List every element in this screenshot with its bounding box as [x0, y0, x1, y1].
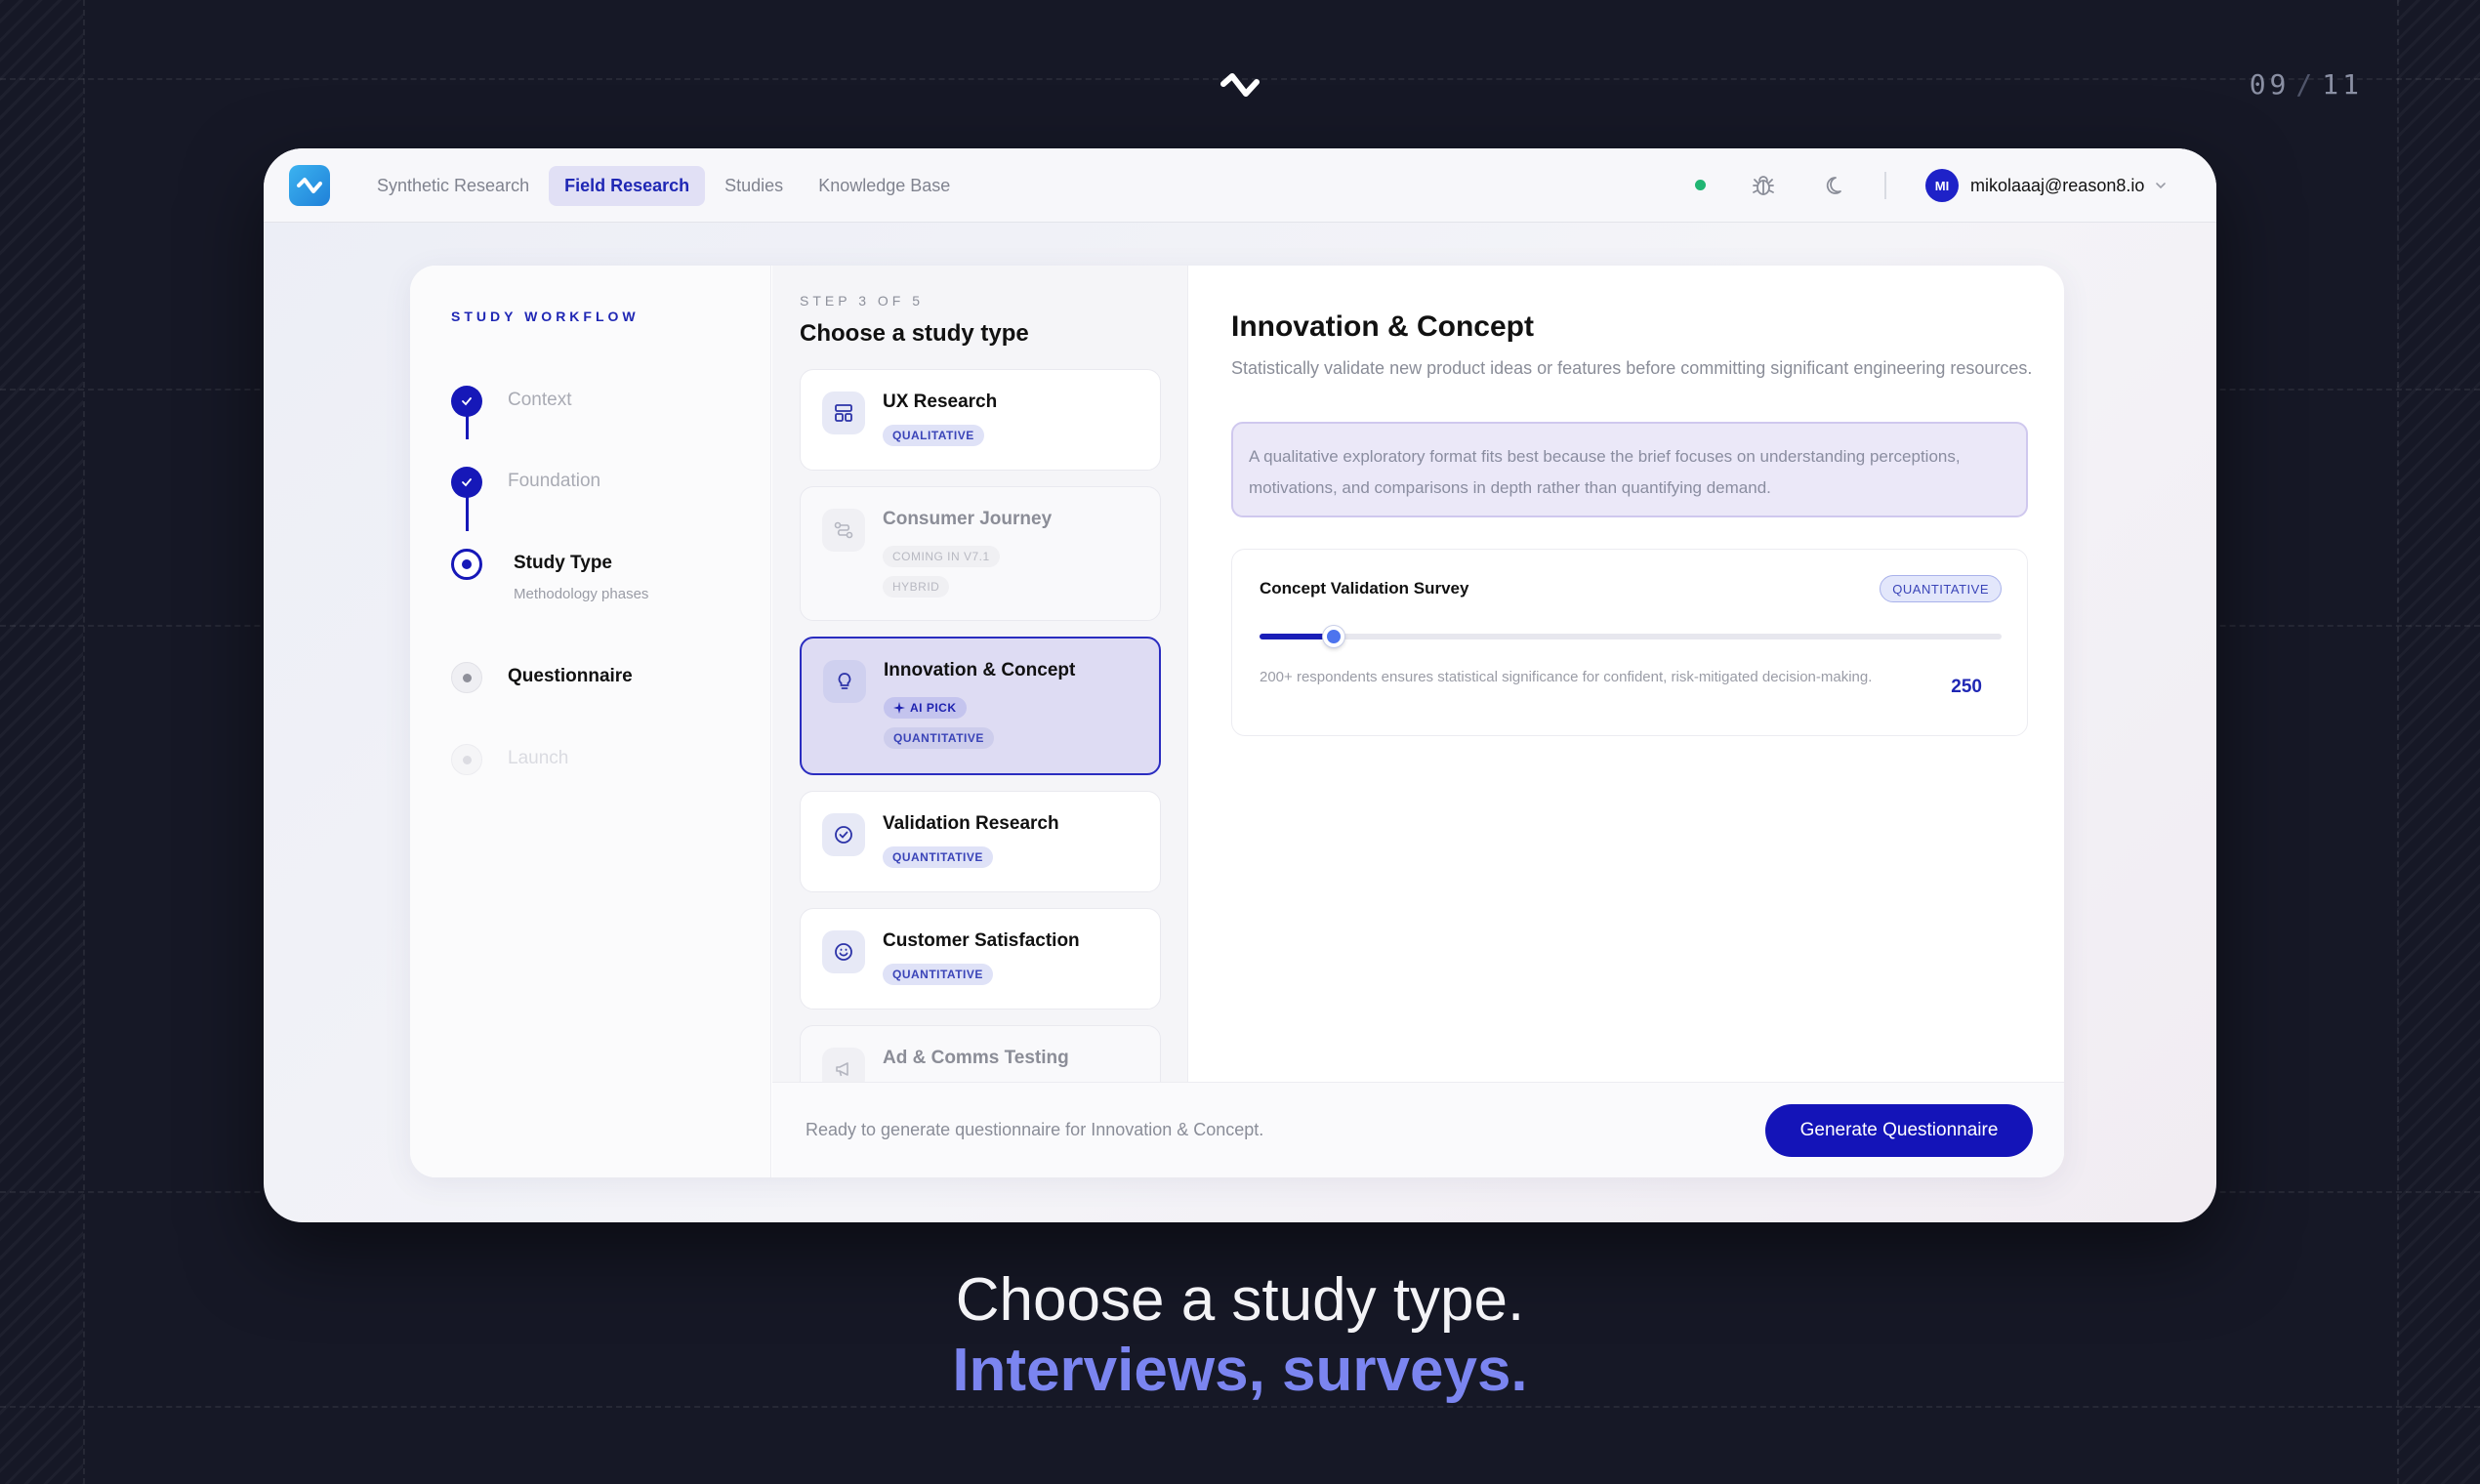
page-separator: /: [2295, 68, 2317, 101]
survey-title: Concept Validation Survey: [1260, 579, 1469, 598]
moon-icon[interactable]: [1824, 173, 1849, 198]
step-done-marker: [451, 386, 482, 417]
right-stripe-decoration: [2397, 0, 2480, 1484]
check-icon: [462, 397, 472, 406]
user-email: mikolaaaj@reason8.io: [1970, 175, 2145, 195]
step-kicker: STEP 3 OF 5: [800, 293, 924, 309]
methodology-badge: QUALITATIVE: [883, 425, 984, 446]
study-type-name: Innovation & Concept: [884, 660, 1076, 680]
section-title: Choose a study type: [800, 320, 1029, 347]
workflow-sidebar: STUDY WORKFLOW Context Foundation Study …: [410, 266, 771, 1177]
methodology-badge: QUANTITATIVE: [1880, 575, 2002, 602]
step-label: Context: [508, 390, 572, 410]
step-done-marker: [451, 467, 482, 498]
caption-headline: Choose a study type.: [955, 1266, 1525, 1334]
step-pending-marker: [451, 662, 482, 693]
online-status-dot: [1695, 180, 1706, 190]
nav-synthetic-research[interactable]: Synthetic Research: [361, 166, 545, 206]
step-label: Launch: [508, 748, 569, 768]
megaphone-icon: [822, 1048, 865, 1082]
route-icon: [822, 509, 865, 552]
nav-field-research[interactable]: Field Research: [549, 165, 706, 206]
caption-subline: Interviews, surveys.: [952, 1337, 1528, 1404]
methodology-badge: QUANTITATIVE: [883, 846, 993, 868]
layout-icon: [822, 392, 865, 434]
generate-questionnaire-button[interactable]: Generate Questionnaire: [1765, 1104, 2033, 1157]
study-type-customer-satisfaction[interactable]: Customer Satisfaction QUANTITATIVE: [800, 908, 1161, 1010]
step-current-marker: [451, 549, 482, 580]
respondent-count: 250: [1951, 677, 1982, 697]
grid-line: [2397, 0, 2399, 1484]
study-type-validation-research[interactable]: Validation Research QUANTITATIVE: [800, 791, 1161, 892]
step-sublabel: Methodology phases: [514, 586, 649, 602]
slider-thumb[interactable]: [1323, 626, 1344, 647]
study-type-ad-comms-testing: Ad & Comms Testing: [800, 1025, 1161, 1082]
bug-icon[interactable]: [1750, 172, 1777, 199]
nav-studies[interactable]: Studies: [709, 166, 799, 206]
study-type-name: Ad & Comms Testing: [883, 1048, 1069, 1068]
methodology-badge: QUANTITATIVE: [883, 964, 993, 985]
chevron-down-icon: [2156, 183, 2167, 189]
step-label: Foundation: [508, 471, 601, 491]
survey-config-card: Concept Validation Survey QUANTITATIVE 2…: [1231, 549, 2028, 736]
step-label: Study Type: [514, 553, 612, 573]
avatar: MI: [1925, 169, 1959, 202]
study-type-ux-research[interactable]: UX Research QUALITATIVE: [800, 369, 1161, 471]
study-type-innovation-concept[interactable]: Innovation & Concept AI PICK QUANTITATIV…: [800, 637, 1161, 775]
survey-help-text: 200+ respondents ensures statistical sig…: [1260, 669, 1873, 685]
sparkle-icon: [893, 702, 905, 714]
study-type-name: Customer Satisfaction: [883, 930, 1080, 951]
study-type-name: UX Research: [883, 392, 998, 412]
methodology-badge: QUANTITATIVE: [884, 727, 994, 749]
step-label: Questionnaire: [508, 666, 633, 686]
detail-title: Innovation & Concept: [1231, 310, 1534, 343]
ai-pick-badge: AI PICK: [884, 697, 967, 719]
footer-status: Ready to generate questionnaire for Inno…: [806, 1120, 1264, 1139]
grid-line: [0, 1406, 2480, 1408]
detail-description: Statistically validate new product ideas…: [1231, 358, 2033, 378]
nav-knowledge-base[interactable]: Knowledge Base: [803, 166, 966, 206]
brand-logo-icon: [1220, 73, 1260, 97]
smile-icon: [822, 930, 865, 973]
study-type-detail: Innovation & Concept Statistically valid…: [1188, 266, 2064, 1082]
check-circle-icon: [822, 813, 865, 856]
page-total: 11: [2322, 68, 2363, 101]
sidebar-title: STUDY WORKFLOW: [451, 309, 640, 324]
workflow-card: STUDY WORKFLOW Context Foundation Study …: [410, 266, 2064, 1177]
page-current: 09: [2249, 68, 2291, 101]
app-logo-icon[interactable]: [289, 165, 330, 206]
app-window: Synthetic Research Field Research Studie…: [264, 148, 2216, 1222]
page-counter: 09/11: [2250, 68, 2363, 101]
study-type-list: STEP 3 OF 5 Choose a study type UX Resea…: [772, 266, 1188, 1082]
ai-pick-label: AI PICK: [910, 701, 957, 715]
respondents-slider[interactable]: [1260, 626, 2002, 647]
top-bar: Synthetic Research Field Research Studie…: [264, 148, 2216, 223]
user-menu[interactable]: MI mikolaaaj@reason8.io: [1925, 168, 2168, 203]
ai-rationale-note: A qualitative exploratory format fits be…: [1231, 422, 2028, 517]
coming-soon-badge: COMING IN V7.1: [883, 546, 1000, 567]
left-stripe-decoration: [0, 0, 83, 1484]
toolbar-divider: [1884, 172, 1886, 199]
step-disabled-marker: [451, 744, 482, 775]
main-nav: Synthetic Research Field Research Studie…: [361, 148, 970, 223]
lightbulb-icon: [823, 660, 866, 703]
check-icon: [462, 478, 472, 487]
study-type-consumer-journey: Consumer Journey COMING IN V7.1 HYBRID: [800, 486, 1161, 621]
grid-line: [83, 0, 85, 1484]
methodology-badge: HYBRID: [883, 576, 950, 598]
action-footer: Ready to generate questionnaire for Inno…: [772, 1082, 2064, 1177]
study-type-name: Consumer Journey: [883, 509, 1053, 529]
study-type-name: Validation Research: [883, 813, 1059, 834]
